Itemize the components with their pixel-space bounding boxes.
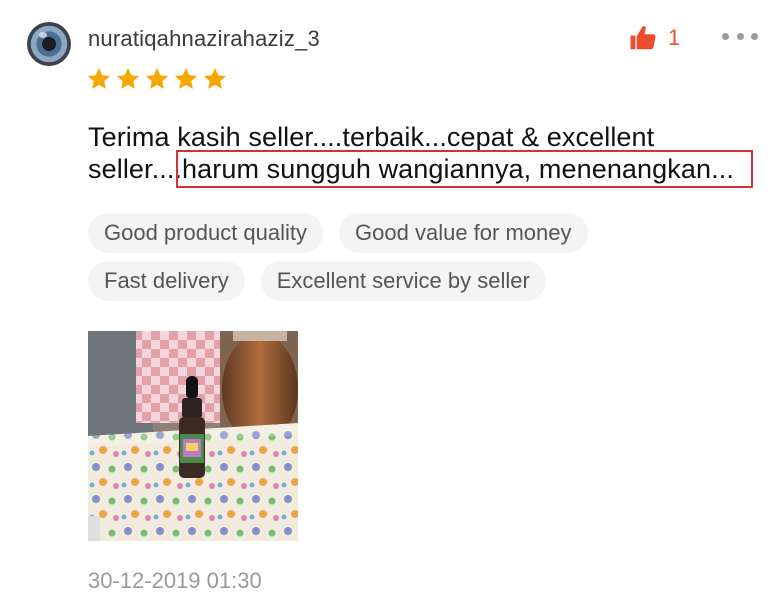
more-options-icon-dot-1 (722, 32, 729, 40)
review-photo-image (88, 331, 298, 541)
star-icon (116, 67, 140, 89)
tag-row-2: Fast delivery Excellent service by selle… (88, 261, 648, 301)
tag-good-value-for-money: Good value for money (339, 213, 588, 253)
more-options-icon-dot-2 (736, 32, 744, 40)
avatar-shine (39, 32, 47, 38)
review-timestamp: 30-12-2019 01:30 (88, 568, 262, 593)
tag-good-product-quality: Good product quality (88, 213, 324, 253)
tag-excellent-service-by-seller: Excellent service by seller (260, 261, 546, 301)
star-icon (87, 67, 111, 89)
star-icon (145, 67, 169, 89)
review-tags: Good product quality Good value for mone… (88, 213, 648, 309)
review-comment: Terima kasih seller....terbaik...cepat &… (88, 122, 734, 184)
like-button[interactable]: 1 (628, 23, 680, 53)
thumbs-up-icon[interactable] (628, 23, 658, 53)
tag-row-1: Good product quality Good value for mone… (88, 213, 648, 253)
like-count: 1 (668, 25, 681, 50)
star-icon (203, 67, 227, 89)
star-icon (174, 67, 198, 89)
more-options-button[interactable] (722, 26, 758, 46)
tag-fast-delivery: Fast delivery (88, 261, 245, 301)
rating-stars (86, 66, 228, 92)
avatar[interactable] (27, 22, 71, 66)
review-photo[interactable] (88, 331, 298, 541)
reviewer-username[interactable]: nuratiqahnazirahaziz_3 (88, 26, 320, 52)
more-options-icon-dot-3 (751, 32, 758, 40)
